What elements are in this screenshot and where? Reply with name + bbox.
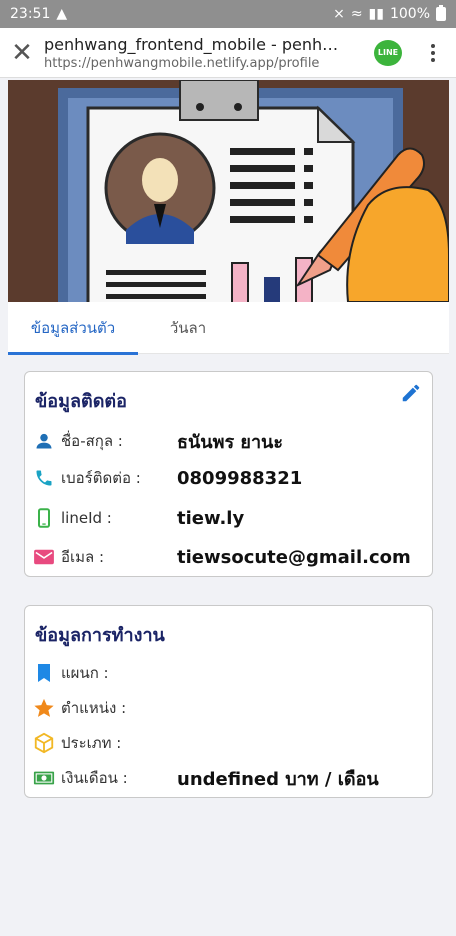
lineid-label: lineId : xyxy=(61,509,112,527)
person-icon xyxy=(33,430,55,452)
edit-icon[interactable] xyxy=(400,382,422,404)
phone-label: เบอร์ติดต่อ : xyxy=(61,469,141,487)
position-label: ตำแหน่ง : xyxy=(61,699,127,717)
contact-card-title: ข้อมูลติดต่อ xyxy=(35,391,127,412)
close-icon[interactable]: ✕ xyxy=(0,28,44,78)
profile-banner-image xyxy=(8,80,449,302)
more-options-icon[interactable] xyxy=(420,43,446,62)
browser-toolbar: ✕ penhwang_frontend_mobile - penhwang ht… xyxy=(0,28,456,78)
mail-icon xyxy=(33,546,55,568)
mobile-icon xyxy=(33,507,55,529)
work-card-title: ข้อมูลการทำงาน xyxy=(35,625,165,646)
signal-icon: ▮▮ xyxy=(368,6,384,22)
type-label: ประเภท : xyxy=(61,734,122,752)
contact-info-card: ข้อมูลติดต่อ ชื่อ-สกุล : ธนันพร ยานะ เบอ… xyxy=(24,371,433,577)
phone-value: 0809988321 xyxy=(177,467,303,489)
tab-personal-info[interactable]: ข้อมูลส่วนตัว xyxy=(8,302,138,355)
contact-row-line: lineId : tiew.ly xyxy=(33,505,244,531)
work-row-salary: เงินเดือน : undefined บาท / เดือน xyxy=(33,765,379,791)
tab-leave[interactable]: วันลา xyxy=(138,302,238,354)
battery-icon xyxy=(436,5,446,21)
profile-tabs: ข้อมูลส่วนตัว วันลา xyxy=(8,302,449,355)
star-icon xyxy=(33,697,55,719)
address-block[interactable]: penhwang_frontend_mobile - penhwang http… xyxy=(44,35,374,71)
cube-icon xyxy=(33,732,55,754)
salary-value: undefined บาท / เดือน xyxy=(177,768,379,790)
lineid-value: tiew.ly xyxy=(177,507,245,529)
money-icon xyxy=(33,767,55,789)
mute-icon: ⨯ xyxy=(333,6,345,22)
work-row-type: ประเภท : xyxy=(33,730,177,756)
contact-row-email: อีเมล : tiewsocute@gmail.com xyxy=(33,544,411,570)
department-label: แผนก : xyxy=(61,664,109,682)
bookmark-icon xyxy=(33,662,55,684)
contact-row-name: ชื่อ-สกุล : ธนันพร ยานะ xyxy=(33,428,283,454)
name-label: ชื่อ-สกุล : xyxy=(61,432,123,450)
battery-level: 100% xyxy=(389,6,430,22)
page-url: https://penhwangmobile.netlify.app/profi… xyxy=(44,55,320,71)
phone-icon xyxy=(33,467,55,489)
page-title: penhwang_frontend_mobile - penhwang xyxy=(44,34,344,54)
line-icon[interactable]: LINE xyxy=(374,39,402,66)
salary-label: เงินเดือน : xyxy=(61,769,128,787)
work-row-position: ตำแหน่ง : xyxy=(33,695,177,721)
notification-icon: ▲ xyxy=(56,6,68,22)
wifi-icon: ≈ xyxy=(350,6,363,22)
email-value: tiewsocute@gmail.com xyxy=(177,546,411,568)
contact-row-phone: เบอร์ติดต่อ : 0809988321 xyxy=(33,465,302,491)
work-info-card: ข้อมูลการทำงาน แผนก : ตำแหน่ง : ประเภท :… xyxy=(24,605,433,798)
status-bar: 23:51 ▲ ⨯ ≈ ▮▮ 100% xyxy=(0,0,456,28)
email-label: อีเมล : xyxy=(61,548,105,566)
work-row-department: แผนก : xyxy=(33,660,177,686)
status-time: 23:51 xyxy=(10,6,51,22)
name-value: ธนันพร ยานะ xyxy=(177,431,284,453)
